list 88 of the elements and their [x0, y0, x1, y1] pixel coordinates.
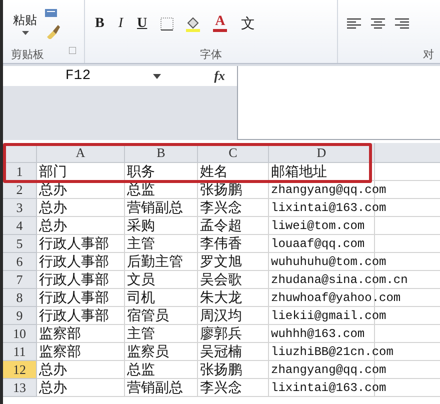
cell-text: zhangyang@qq.com [271, 363, 386, 377]
launcher-icon [69, 47, 76, 54]
column-header[interactable]: C [198, 143, 269, 163]
cell-text: 李伟香 [200, 236, 242, 252]
cell-text: 邮箱地址 [271, 164, 327, 180]
row-header[interactable]: 12 [3, 361, 37, 379]
group-label: 字体 [200, 47, 222, 63]
bold-button[interactable]: B [93, 16, 106, 32]
caret-icon [22, 31, 28, 35]
insert-function-button[interactable]: fx [208, 67, 231, 85]
cell-text: 监察员 [127, 344, 169, 360]
column-header[interactable]: D [269, 143, 375, 163]
cell-text: 文员 [127, 272, 155, 288]
cell-text: louaaf@qq.com [271, 237, 365, 251]
italic-button[interactable]: I [116, 16, 126, 32]
row-header[interactable]: 10 [3, 325, 37, 343]
cell-text: 宿管员 [127, 308, 169, 324]
cell-text: 姓名 [200, 164, 228, 180]
phonetic-button[interactable]: 文 [239, 14, 258, 32]
cell-text: 总监 [127, 362, 155, 378]
cell-text: 罗文旭 [200, 254, 242, 270]
row-header[interactable]: 3 [3, 199, 37, 217]
cell-text: 张扬鹏 [200, 182, 242, 198]
row-header[interactable]: 11 [3, 343, 37, 361]
cell-text: liekii@gmail.com [271, 309, 386, 323]
cell-text: lixintai@163.com [271, 201, 386, 215]
cell-text: zhangyang@qq.com [271, 183, 386, 197]
cell-text: 廖郭兵 [200, 326, 242, 342]
row-header[interactable]: 4 [3, 217, 37, 235]
brush-icon [45, 22, 61, 38]
cell-text: 行政人事部 [39, 272, 109, 288]
column-header[interactable]: B [125, 143, 198, 163]
row-header[interactable]: 13 [3, 379, 37, 397]
align-icon [346, 16, 362, 32]
cell-text: 周汉均 [200, 308, 242, 324]
cell-text: wuhhh@163.com [271, 327, 365, 341]
cell-text: 营销副总 [127, 200, 183, 216]
cell-text: 总办 [39, 362, 67, 378]
cell-text: 吴冠楠 [200, 344, 242, 360]
formula-input[interactable] [237, 66, 440, 140]
cell-text: 总监 [127, 182, 155, 198]
cell-text: 部门 [39, 164, 67, 180]
cell-text: 监察部 [39, 326, 81, 342]
row-header[interactable]: 7 [3, 271, 37, 289]
cell-text: 孟令超 [200, 218, 242, 234]
cell-text: 司机 [127, 290, 155, 306]
cell-text: 主管 [127, 326, 155, 342]
group-label: 对 [423, 47, 434, 63]
group-label: 剪贴板 [11, 47, 44, 63]
fill-bucket-icon [185, 16, 202, 32]
cell-text: 朱大龙 [200, 290, 242, 306]
cell-text: 行政人事部 [39, 254, 109, 270]
cell-text: 行政人事部 [39, 290, 109, 306]
cell-text: 职务 [127, 164, 155, 180]
name-box[interactable]: F12 [3, 66, 153, 86]
row-header[interactable]: 5 [3, 235, 37, 253]
cell-text: 采购 [127, 218, 155, 234]
cell-text: liuzhiBB@21cn.com [271, 345, 394, 359]
cell-text: wuhuhuhu@tom.com [271, 255, 386, 269]
cell-text: zhudana@sina.com.cn [271, 273, 408, 287]
cell-text: 李兴念 [200, 380, 242, 396]
cell-text: zhuwhoaf@yahoo.com [271, 291, 401, 305]
cell-text: 营销副总 [127, 380, 183, 396]
cell-text: 李兴念 [200, 200, 242, 216]
column-header[interactable]: A [37, 143, 125, 163]
row-header[interactable]: 8 [3, 289, 37, 307]
align-icon [394, 16, 410, 32]
cell-text: 监察部 [39, 344, 81, 360]
row-header[interactable]: 6 [3, 253, 37, 271]
cell-text: 吴会歌 [200, 272, 242, 288]
border-icon [159, 16, 176, 32]
paste-button[interactable]: 粘贴 [11, 12, 39, 35]
caret-icon [153, 74, 161, 78]
cell-text: 后勤主管 [127, 254, 183, 270]
cell-text: 总办 [39, 200, 67, 216]
row-header[interactable]: 9 [3, 307, 37, 325]
cell-text: 行政人事部 [39, 308, 109, 324]
cell-text: 总办 [39, 218, 67, 234]
underline-button[interactable]: U [135, 16, 150, 32]
font-color-button[interactable]: A [211, 15, 230, 32]
cell-text: 张扬鹏 [200, 362, 242, 378]
cell-text: 主管 [127, 236, 155, 252]
cell-text: 行政人事部 [39, 236, 109, 252]
cell-text: lixintai@163.com [271, 381, 386, 395]
align-icon [370, 16, 386, 32]
cell-text: 总办 [39, 380, 67, 396]
cell-text: liwei@tom.com [271, 219, 365, 233]
cell-text: 总办 [39, 182, 67, 198]
